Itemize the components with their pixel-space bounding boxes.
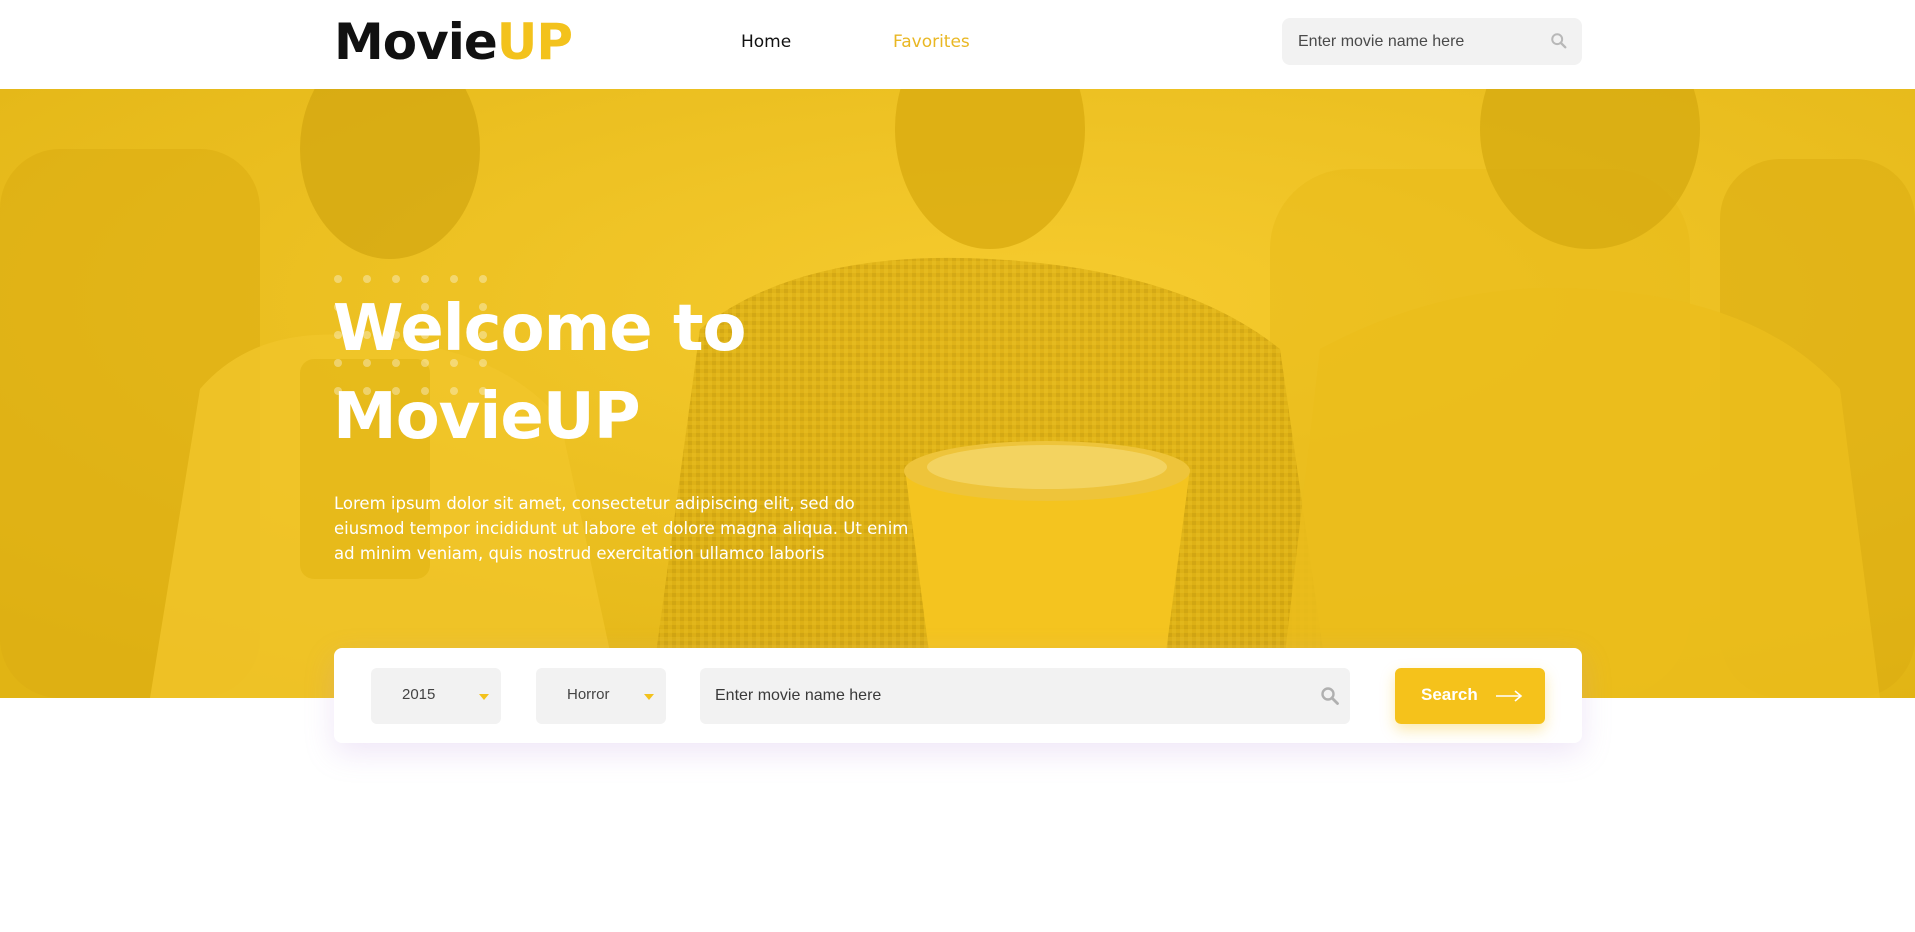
header-search-input[interactable] [1282, 18, 1542, 65]
year-select-value: 2015 [402, 686, 436, 703]
hero-background-image [0, 89, 1915, 698]
movie-search-field [700, 668, 1350, 724]
hero-title-line1: Welcome to [333, 292, 746, 366]
nav-home-link[interactable]: Home [741, 30, 791, 54]
search-icon[interactable] [1550, 32, 1568, 50]
logo[interactable]: MovieUP [334, 12, 573, 72]
search-button[interactable]: Search [1395, 668, 1545, 724]
logo-text-up: UP [496, 13, 573, 71]
site-header: MovieUP Home Favorites [0, 0, 1915, 89]
year-select[interactable]: 2015 [371, 668, 501, 724]
header-search-box [1282, 18, 1582, 65]
hero-description: Lorem ipsum dolor sit amet, consectetur … [334, 494, 909, 563]
hero-title-line2: MovieUP [333, 380, 641, 454]
hero-banner: Welcome to MovieUP Lorem ipsum dolor sit… [0, 89, 1915, 698]
search-icon[interactable] [1320, 686, 1340, 706]
logo-text-movie: Movie [334, 13, 498, 71]
chevron-down-icon [479, 694, 489, 700]
search-button-label: Search [1421, 685, 1478, 704]
genre-select-value: Horror [567, 686, 610, 703]
arrow-right-icon [1496, 690, 1523, 702]
movie-search-panel: 2015 Horror Search [334, 648, 1582, 743]
chevron-down-icon [644, 694, 654, 700]
movie-search-input[interactable] [700, 668, 1300, 724]
hero-title: Welcome to MovieUP [333, 285, 893, 461]
genre-select[interactable]: Horror [536, 668, 666, 724]
nav-favorites-link[interactable]: Favorites [893, 30, 970, 54]
